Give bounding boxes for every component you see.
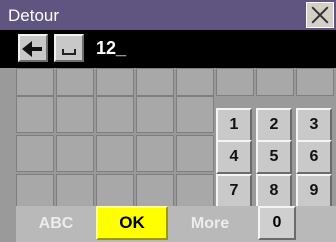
window-title: Detour bbox=[8, 6, 60, 25]
key-3[interactable]: 3 bbox=[296, 108, 332, 142]
key-8[interactable]: 8 bbox=[256, 174, 292, 208]
empty-cell bbox=[96, 68, 134, 96]
empty-cell bbox=[16, 96, 54, 133]
abc-button[interactable]: ABC bbox=[16, 206, 96, 242]
empty-cell bbox=[176, 96, 214, 133]
key-5[interactable]: 5 bbox=[256, 140, 292, 174]
key-0[interactable]: 0 bbox=[258, 206, 296, 240]
empty-cell bbox=[56, 135, 94, 172]
close-button[interactable] bbox=[306, 2, 334, 28]
empty-cell bbox=[16, 68, 54, 96]
empty-cell bbox=[136, 135, 174, 172]
empty-cell bbox=[256, 68, 294, 96]
empty-cell bbox=[136, 96, 174, 133]
empty-cell bbox=[136, 68, 174, 96]
detour-number-entry-dialog: Detour 12_ 1 2 3 4 5 6 7 8 9 ABC OK More… bbox=[0, 0, 336, 242]
more-button[interactable]: More bbox=[168, 206, 252, 242]
key-9[interactable]: 9 bbox=[296, 174, 332, 208]
empty-cell bbox=[56, 68, 94, 96]
backspace-button[interactable] bbox=[18, 34, 48, 62]
entry-text: 12_ bbox=[96, 38, 127, 58]
empty-cell bbox=[216, 68, 254, 96]
empty-cell bbox=[176, 68, 214, 96]
empty-cell bbox=[176, 135, 214, 172]
key-1[interactable]: 1 bbox=[216, 108, 252, 142]
empty-cell bbox=[96, 96, 134, 133]
empty-cell bbox=[16, 135, 54, 172]
entry-bar: 12_ bbox=[0, 30, 336, 68]
key-7[interactable]: 7 bbox=[216, 174, 252, 208]
empty-cell bbox=[56, 96, 94, 133]
key-2[interactable]: 2 bbox=[256, 108, 292, 142]
space-button[interactable] bbox=[54, 34, 84, 62]
key-6[interactable]: 6 bbox=[296, 140, 332, 174]
empty-cell bbox=[96, 135, 134, 172]
empty-cell bbox=[296, 68, 334, 96]
title-bar: Detour bbox=[0, 0, 336, 30]
ok-button[interactable]: OK bbox=[96, 206, 168, 240]
key-4[interactable]: 4 bbox=[216, 140, 252, 174]
